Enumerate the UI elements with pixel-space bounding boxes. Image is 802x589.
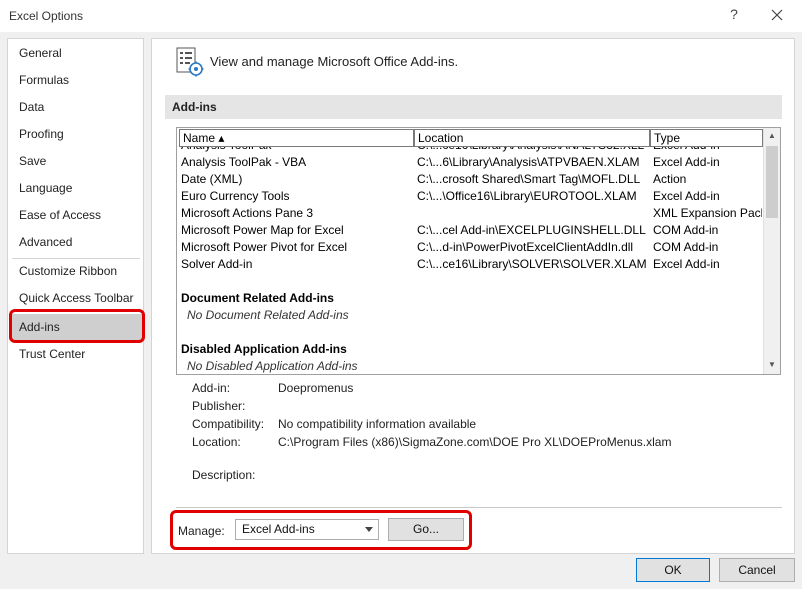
detail-label-publisher: Publisher:: [192, 399, 246, 413]
cell-type: COM Add-in: [653, 223, 719, 237]
cell-type: Excel Add-in: [653, 189, 720, 203]
table-row[interactable]: Solver Add-in C:\...ce16\Library\SOLVER\…: [177, 256, 762, 273]
sidebar-item-data[interactable]: Data: [9, 94, 143, 120]
detail-label-description: Description:: [192, 468, 256, 482]
main-panel: View and manage Microsoft Office Add-ins…: [151, 38, 795, 554]
sidebar-item-customize-ribbon[interactable]: Customize Ribbon: [9, 258, 143, 284]
sidebar: General Formulas Data Proofing Save Lang…: [7, 38, 144, 554]
sidebar-item-formulas[interactable]: Formulas: [9, 67, 143, 93]
sidebar-item-ease-of-access[interactable]: Ease of Access: [9, 202, 143, 228]
table-row[interactable]: Microsoft Actions Pane 3 XML Expansion P…: [177, 205, 762, 222]
title-bar: Excel Options ?: [0, 0, 802, 32]
group-empty-disabled: No Disabled Application Add-ins: [187, 359, 358, 373]
scroll-thumb[interactable]: [766, 146, 778, 218]
column-header-type[interactable]: Type: [650, 129, 763, 147]
window-title: Excel Options: [9, 9, 84, 23]
cell-name: Microsoft Power Map for Excel: [181, 223, 344, 237]
cell-location: C:\...d-in\PowerPivotExcelClientAddIn.dl…: [417, 240, 634, 254]
table-row[interactable]: Date (XML) C:\...crosoft Shared\Smart Ta…: [177, 171, 762, 188]
cell-type: XML Expansion Pack: [653, 206, 762, 220]
detail-label-compatibility: Compatibility:: [192, 417, 265, 431]
detail-value-location: C:\Program Files (x86)\SigmaZone.com\DOE…: [278, 435, 672, 449]
cell-name: Date (XML): [181, 172, 243, 186]
detail-value-add-in: Doepromenus: [278, 381, 354, 395]
cell-type: COM Add-in: [653, 240, 719, 254]
cell-location: C:\...6\Library\Analysis\ATPVBAEN.XLAM: [417, 155, 640, 169]
table-row[interactable]: Euro Currency Tools C:\...\Office16\Libr…: [177, 188, 762, 205]
table-body: Analysis ToolPak C:\...ce16\Library\Anal…: [177, 128, 762, 374]
column-header-location[interactable]: Location: [414, 129, 650, 147]
cell-location: C:\...\Office16\Library\EUROTOOL.XLAM: [417, 189, 637, 203]
add-ins-table[interactable]: Name ▴ Location Type Analysis ToolPak C:…: [176, 127, 781, 375]
sidebar-item-save[interactable]: Save: [9, 148, 143, 174]
highlight-box-add-ins: [9, 309, 145, 343]
group-empty-document: No Document Related Add-ins: [187, 308, 349, 322]
cell-type: Excel Add-in: [653, 257, 720, 271]
cell-location: C:\...crosoft Shared\Smart Tag\MOFL.DLL: [417, 172, 641, 186]
group-title-document: Document Related Add-ins: [181, 291, 334, 305]
cell-type: Excel Add-in: [653, 155, 720, 169]
cell-name: Microsoft Actions Pane 3: [181, 206, 314, 220]
page-title: View and manage Microsoft Office Add-ins…: [210, 54, 459, 69]
divider: [176, 507, 782, 508]
add-ins-icon: [176, 47, 204, 77]
table-row[interactable]: Analysis ToolPak - VBA C:\...6\Library\A…: [177, 154, 762, 171]
sidebar-item-general[interactable]: General: [9, 40, 143, 66]
section-title: Add-ins: [172, 100, 217, 114]
table-row[interactable]: Microsoft Power Map for Excel C:\...cel …: [177, 222, 762, 239]
close-icon[interactable]: [771, 9, 783, 21]
ok-button[interactable]: OK: [636, 558, 710, 582]
table-row[interactable]: Microsoft Power Pivot for Excel C:\...d-…: [177, 239, 762, 256]
cell-name: Microsoft Power Pivot for Excel: [181, 240, 348, 254]
sidebar-item-language[interactable]: Language: [9, 175, 143, 201]
highlight-box-manage: [170, 510, 472, 550]
cancel-button[interactable]: Cancel: [719, 558, 795, 582]
detail-label-add-in: Add-in:: [192, 381, 231, 395]
column-header-name[interactable]: Name ▴: [179, 129, 414, 147]
sidebar-item-proofing[interactable]: Proofing: [9, 121, 143, 147]
scroll-down-arrow-icon[interactable]: ▼: [764, 357, 780, 373]
scroll-up-arrow-icon[interactable]: ▲: [764, 128, 780, 144]
cell-location: C:\...cel Add-in\EXCELPLUGINSHELL.DLL: [417, 223, 646, 237]
help-icon[interactable]: ?: [727, 6, 741, 22]
cell-location: C:\...ce16\Library\SOLVER\SOLVER.XLAM: [417, 257, 647, 271]
cell-name: Analysis ToolPak - VBA: [181, 155, 307, 169]
sidebar-item-trust-center[interactable]: Trust Center: [9, 341, 143, 367]
detail-value-compatibility: No compatibility information available: [278, 417, 477, 431]
cell-name: Euro Currency Tools: [181, 189, 290, 203]
group-title-disabled: Disabled Application Add-ins: [181, 342, 347, 356]
cell-type: Action: [653, 172, 687, 186]
detail-label-location: Location:: [192, 435, 241, 449]
cell-name: Solver Add-in: [181, 257, 253, 271]
sidebar-item-quick-access-toolbar[interactable]: Quick Access Toolbar: [9, 285, 143, 311]
sidebar-item-advanced[interactable]: Advanced: [9, 229, 143, 255]
table-scrollbar[interactable]: ▲ ▼: [763, 128, 780, 374]
section-header-add-ins: Add-ins: [165, 95, 782, 119]
